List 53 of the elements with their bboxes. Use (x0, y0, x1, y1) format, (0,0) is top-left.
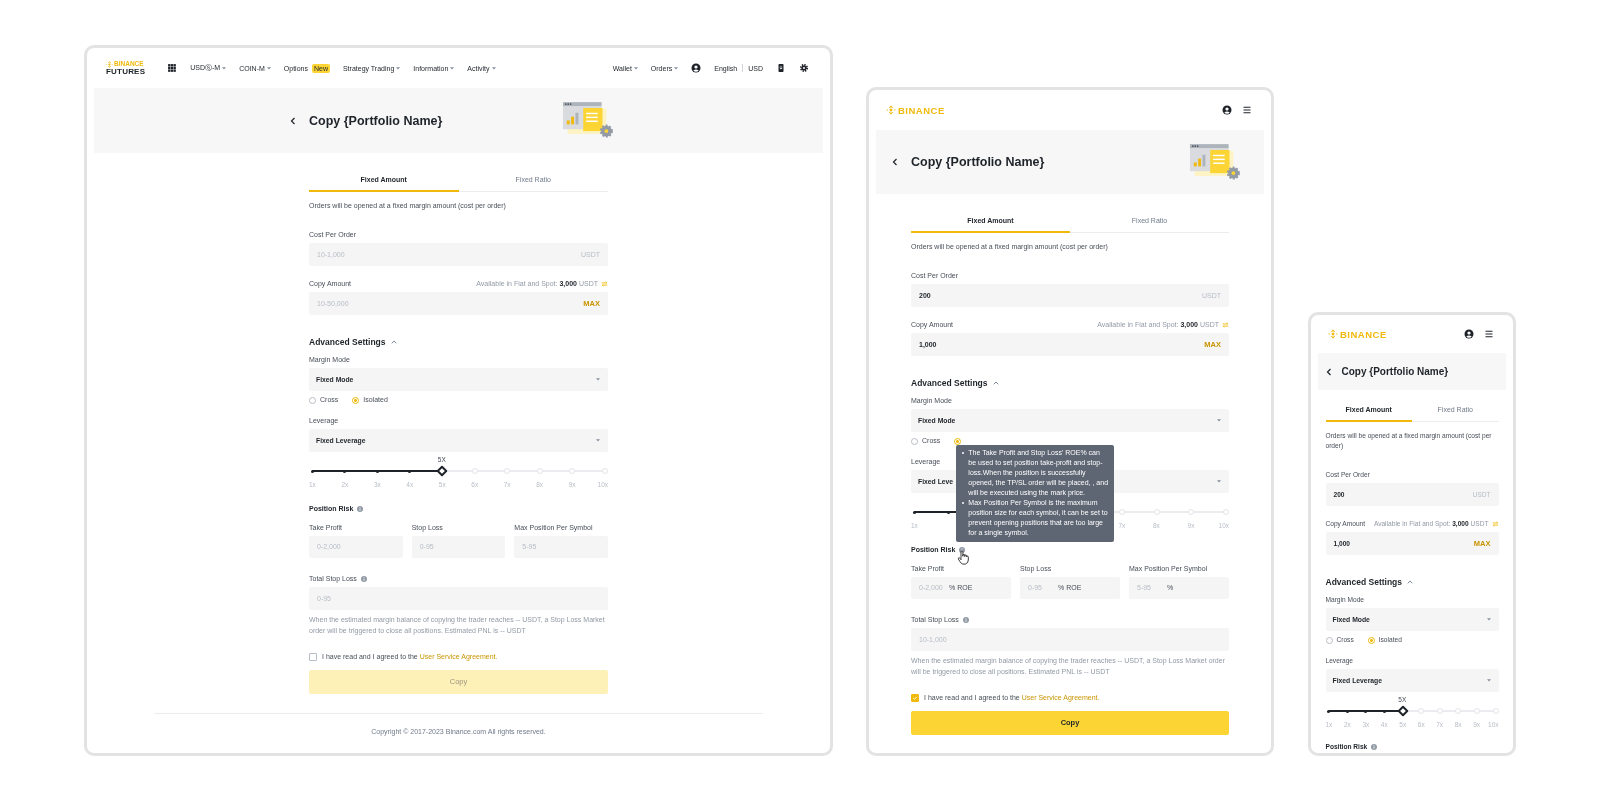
section-heading: Advanced Settings (1325, 576, 1403, 588)
checkbox[interactable] (309, 653, 317, 661)
download-icon[interactable] (776, 63, 786, 73)
user-icon[interactable] (691, 63, 702, 73)
caret-icon (596, 439, 600, 442)
checkbox[interactable] (911, 694, 919, 702)
caret-icon (1217, 419, 1221, 422)
leverage-slider[interactable] (312, 465, 605, 477)
back-icon[interactable] (290, 116, 296, 125)
info-icon[interactable] (1371, 744, 1378, 750)
window-chart-drawing (1189, 142, 1243, 182)
menu-icon[interactable] (1242, 105, 1252, 115)
chevron-icon[interactable] (390, 340, 397, 344)
section-heading: Advanced Settings (911, 377, 988, 389)
info-icon[interactable] (962, 617, 969, 623)
caret-icon (396, 66, 401, 70)
page-title: Copy {Portfolio Name} (309, 113, 443, 128)
radio-button[interactable] (352, 396, 360, 404)
section-heading: Advanced Settings (309, 336, 386, 348)
caret-icon (222, 66, 227, 70)
logo-icon (1328, 329, 1338, 339)
caret-icon (1486, 618, 1491, 621)
page-title: Copy {Portfolio Name} (911, 155, 1045, 169)
caret-icon (1486, 679, 1491, 682)
caret-icon (674, 66, 679, 70)
logo-icon (106, 60, 113, 68)
user-icon[interactable] (1222, 105, 1232, 115)
caret-icon (491, 66, 496, 70)
caret-icon (633, 66, 638, 70)
logo-text: BINANCE (1340, 328, 1387, 340)
chevron-icon[interactable] (1407, 580, 1414, 584)
settings-icon[interactable] (799, 63, 809, 73)
page-title: Copy {Portfolio Name} (1341, 366, 1449, 377)
leverage-slider[interactable] (1328, 705, 1496, 717)
chevron-icon[interactable] (992, 381, 999, 385)
back-icon[interactable] (1325, 367, 1332, 376)
radio-button[interactable] (954, 437, 962, 445)
radio-button[interactable] (1367, 636, 1375, 644)
hand-cursor-icon (957, 550, 971, 565)
info-icon[interactable] (357, 506, 364, 512)
logo-product-text: FUTURES (106, 67, 146, 76)
logo-icon (886, 105, 896, 115)
caret-icon (1217, 480, 1221, 483)
caret-icon (450, 66, 455, 70)
window-chart-drawing (562, 101, 616, 140)
user-icon[interactable] (1464, 329, 1474, 339)
apps-grid-icon[interactable] (168, 63, 178, 73)
caret-icon (266, 66, 271, 70)
logo-text: BINANCE (898, 104, 945, 116)
caret-icon (596, 378, 600, 381)
back-icon[interactable] (892, 158, 898, 166)
info-icon[interactable] (360, 576, 367, 582)
menu-icon[interactable] (1484, 329, 1494, 339)
